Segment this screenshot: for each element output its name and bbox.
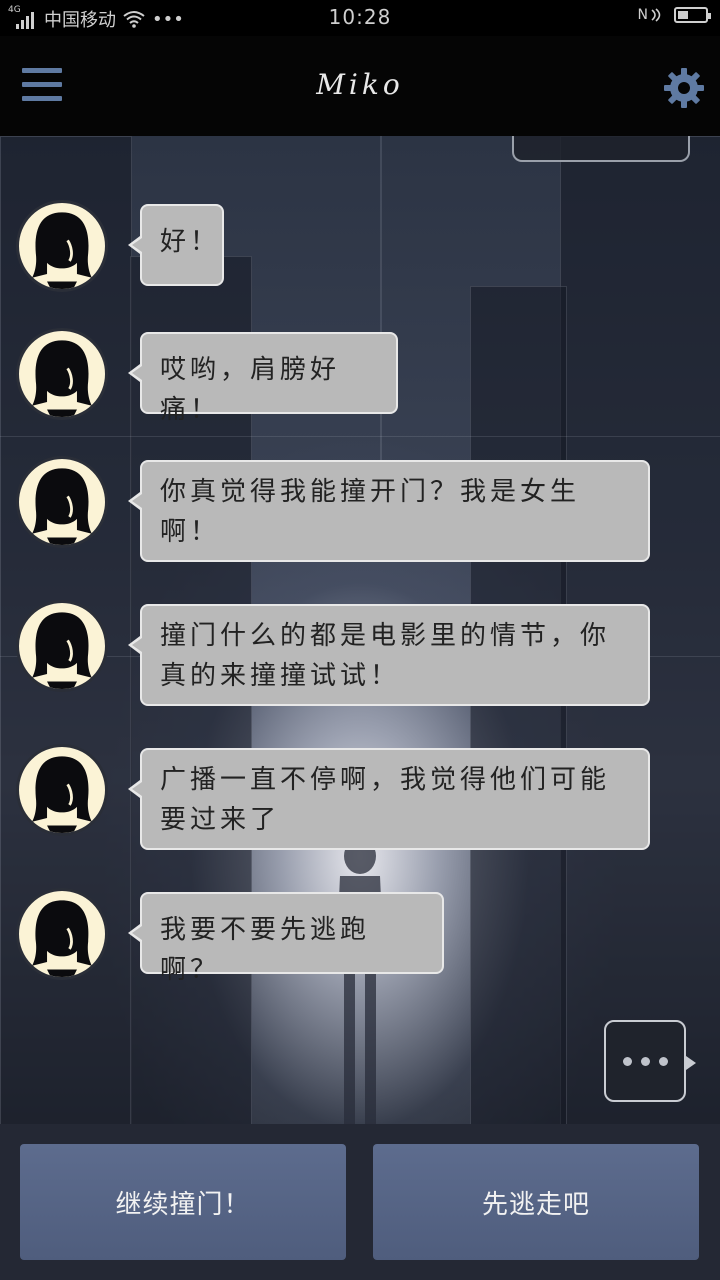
typing-dot: [640, 1056, 650, 1066]
choice-button-keep-ramming[interactable]: 继续撞门！: [20, 1144, 346, 1260]
message-bubble: 撞门什么的都是电影里的情节，你真的来撞撞试试！: [128, 604, 650, 706]
avatar[interactable]: [16, 328, 108, 420]
silhouette-figure: [336, 838, 384, 1124]
previous-message-bubble: [512, 136, 690, 162]
girl-silhouette-icon: [32, 468, 92, 545]
background-spire: [380, 136, 382, 496]
typing-dot: [622, 1056, 632, 1066]
avatar[interactable]: [16, 200, 108, 292]
girl-silhouette-icon: [32, 212, 92, 289]
girl-silhouette-icon: [32, 612, 92, 689]
choice-button-run-away[interactable]: 先逃走吧: [373, 1144, 699, 1260]
chat-title: Miko: [316, 68, 404, 101]
nfc-icon: N: [638, 7, 662, 23]
message-bubble: 你真觉得我能撞开门？我是女生啊！: [128, 460, 650, 562]
avatar[interactable]: [16, 600, 108, 692]
avatar[interactable]: [16, 888, 108, 980]
status-bar: 4G 中国移动 ••• 10:28 N: [0, 0, 720, 36]
typing-dot: [658, 1056, 668, 1066]
gear-icon[interactable]: [662, 66, 706, 110]
avatar[interactable]: [16, 456, 108, 548]
message-bubble: 我要不要先逃跑啊？: [128, 892, 444, 985]
status-right: N: [638, 7, 711, 23]
typing-indicator: [604, 1020, 696, 1102]
avatar[interactable]: [16, 744, 108, 836]
girl-silhouette-icon: [32, 340, 92, 417]
app-header: Miko: [0, 36, 720, 136]
chat-scene[interactable]: 好！ 哎哟，肩膀好痛！ 你真觉得我能撞开门？我是女生啊！ 撞门什么的都是电影里的…: [0, 136, 720, 1124]
girl-silhouette-icon: [32, 756, 92, 833]
status-time: 10:28: [328, 5, 392, 29]
message-bubble: 好！: [128, 204, 224, 286]
message-bubble: 广播一直不停啊，我觉得他们可能要过来了: [128, 748, 650, 850]
battery-icon: [674, 7, 711, 23]
choice-bar: 继续撞门！ 先逃走吧: [0, 1124, 720, 1280]
message-bubble: 哎哟，肩膀好痛！: [128, 332, 398, 425]
background-line: [0, 436, 720, 437]
girl-silhouette-icon: [32, 900, 92, 977]
